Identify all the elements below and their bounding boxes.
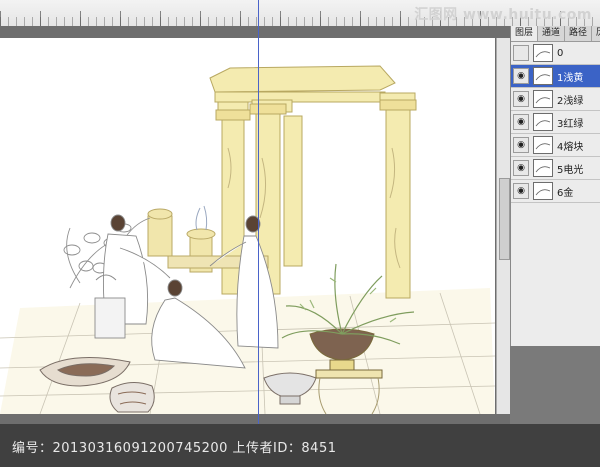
classical-scene-illustration: [0, 65, 495, 414]
layer-name: 6金: [557, 187, 574, 199]
layer-row[interactable]: ◉ 5电光: [511, 157, 600, 180]
caption-bar: 编号：20130316091200745200 上传者ID：8451: [0, 424, 600, 467]
layer-name: 1浅黄: [557, 72, 584, 84]
tab-history[interactable]: 历: [592, 26, 600, 41]
visibility-eye-icon[interactable]: ◉: [513, 91, 529, 107]
layer-row[interactable]: ◉ 2浅绿: [511, 88, 600, 111]
layer-thumbnail: [533, 182, 553, 200]
layer-thumbnail: [533, 159, 553, 177]
layer-thumbnail: [533, 113, 553, 131]
layer-row[interactable]: 0: [511, 42, 600, 65]
visibility-eye-icon[interactable]: ◉: [513, 183, 529, 199]
layer-name: 0: [557, 47, 564, 59]
tab-layers[interactable]: 图层: [511, 26, 539, 41]
layer-list: 0 ◉ 1浅黄 ◉ 2浅绿 ◉ 3红绿 ◉ 4熔块 ◉ 5电光 ◉ 6金: [511, 42, 600, 203]
panel-tabs: 图层 通道 路径 历: [511, 26, 600, 42]
layers-panel: 图层 通道 路径 历 0 ◉ 1浅黄 ◉ 2浅绿 ◉ 3红绿 ◉ 4熔块 ◉ 5电光 ◉ 6金: [510, 26, 600, 346]
layer-name: 4熔块: [557, 141, 584, 153]
tab-channels[interactable]: 通道: [538, 26, 566, 41]
image-caption: 编号：20130316091200745200 上传者ID：8451: [12, 441, 337, 456]
layer-name: 2浅绿: [557, 95, 584, 107]
visibility-eye-icon[interactable]: ◉: [513, 68, 529, 84]
layer-thumbnail: [533, 136, 553, 154]
layer-row[interactable]: ◉ 4熔块: [511, 134, 600, 157]
layer-name: 5电光: [557, 164, 584, 176]
layer-name: 3红绿: [557, 118, 584, 130]
canvas[interactable]: [0, 38, 495, 414]
scrollbar-thumb[interactable]: [499, 178, 510, 260]
watermark: 汇图网 www.huitu.com: [414, 7, 592, 23]
layer-row[interactable]: ◉ 6金: [511, 180, 600, 203]
visibility-eye-icon[interactable]: [513, 45, 529, 61]
visibility-eye-icon[interactable]: ◉: [513, 160, 529, 176]
visibility-eye-icon[interactable]: ◉: [513, 114, 529, 130]
document-window: [0, 26, 510, 424]
layer-thumbnail: [533, 90, 553, 108]
tab-paths[interactable]: 路径: [565, 26, 593, 41]
visibility-eye-icon[interactable]: ◉: [513, 137, 529, 153]
vertical-scrollbar[interactable]: [496, 38, 510, 414]
layer-row[interactable]: ◉ 1浅黄: [511, 65, 600, 88]
layer-thumbnail: [533, 67, 553, 85]
layer-thumbnail: [533, 44, 553, 62]
vertical-guide-line[interactable]: [258, 0, 259, 424]
layer-row[interactable]: ◉ 3红绿: [511, 111, 600, 134]
